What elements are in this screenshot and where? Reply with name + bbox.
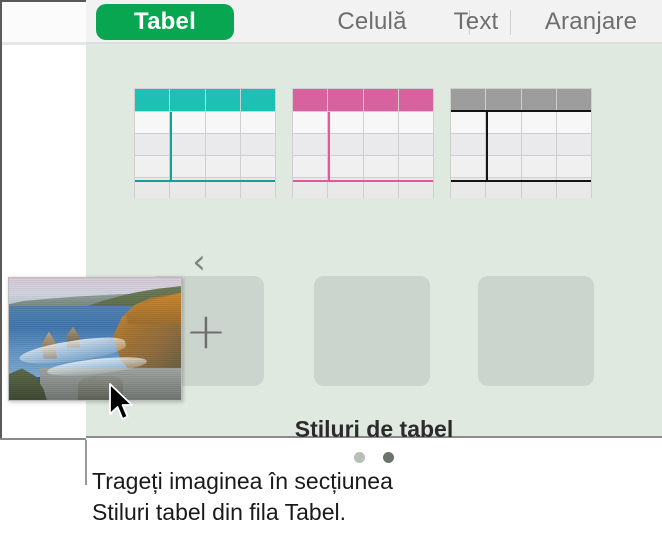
thumb-header-row: [135, 89, 275, 111]
thumb-accent-vertical: [170, 112, 172, 180]
thumb-accent-horizontal: [135, 180, 275, 182]
document-bottom-border: [0, 438, 86, 440]
section-title: Stiluri de tabel: [294, 416, 454, 442]
arrow-pointer-icon: [108, 383, 134, 423]
tab-separator-2: [510, 10, 511, 35]
screenshot-root: Tabel Celulă Text Aranjare ‹ + Stiluri d…: [0, 0, 662, 545]
callout-line-1: Trageți imaginea în secțiunea: [92, 468, 393, 494]
thumb-accent-horizontal-top: [451, 110, 591, 112]
thumb-header-row: [293, 89, 433, 111]
tab-tabel[interactable]: Tabel: [96, 4, 234, 40]
dragged-image-thumbnail[interactable]: [8, 277, 182, 401]
empty-tile-3[interactable]: [478, 276, 594, 386]
callout-caption: Trageți imaginea în secțiunea Stiluri ta…: [92, 466, 612, 528]
tab-aranjare[interactable]: Aranjare: [521, 4, 661, 40]
thumb-accent-horizontal: [293, 180, 433, 182]
callout-line-2: Stiluri tabel din fila Tabel.: [92, 499, 346, 525]
pager-dots: [86, 452, 662, 463]
pager-dot-2[interactable]: [383, 452, 394, 463]
document-toolbar-strip: [2, 2, 86, 42]
table-style-thumb-pink[interactable]: [292, 88, 434, 198]
thumb-accent-horizontal: [451, 180, 591, 182]
thumb-header-row: [451, 89, 591, 111]
thumb-accent-vertical: [328, 112, 330, 180]
pager-dot-1[interactable]: [354, 452, 365, 463]
callout-leader-line: [85, 440, 87, 485]
table-style-thumb-teal[interactable]: [134, 88, 276, 198]
empty-tile-2[interactable]: [314, 276, 430, 386]
table-style-thumb-gray[interactable]: [450, 88, 592, 198]
inspector-tabbar: Tabel Celulă Text Aranjare: [86, 0, 662, 44]
thumb-accent-vertical: [486, 112, 488, 180]
